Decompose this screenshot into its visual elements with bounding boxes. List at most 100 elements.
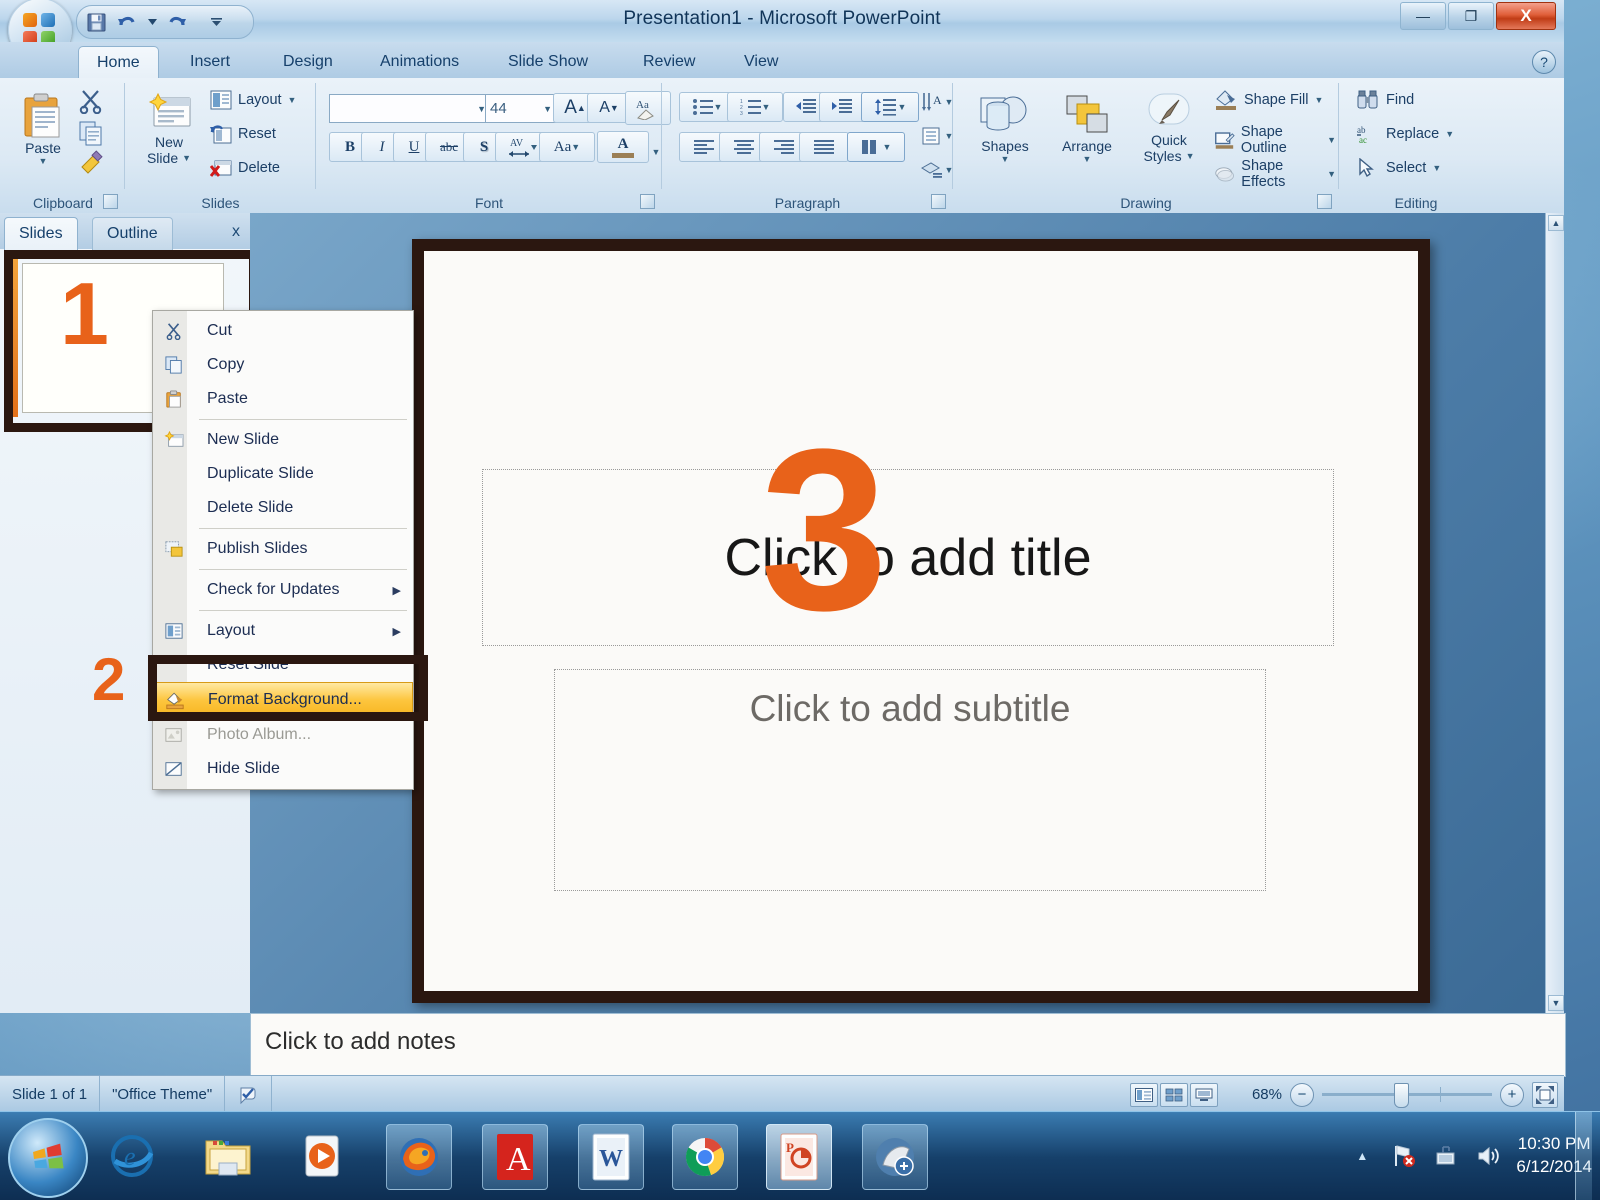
arrange-dropdown-icon[interactable]: ▼ (1083, 154, 1092, 164)
taskbar-adobe-reader[interactable]: A (482, 1124, 548, 1190)
convert-to-smartart-button[interactable]: ▼ (913, 156, 961, 184)
taskbar-powerpoint[interactable]: P (766, 1124, 832, 1190)
taskbar-chrome[interactable] (672, 1124, 738, 1190)
context-menu-item-publish-slides[interactable]: Publish Slides (153, 532, 413, 566)
tab-view[interactable]: View (726, 46, 796, 78)
columns-button[interactable]: ▼ (847, 132, 905, 162)
zoom-slider-thumb[interactable] (1394, 1083, 1409, 1108)
context-menu-item-new-slide[interactable]: New Slide (153, 423, 413, 457)
layout-label: Layout (238, 92, 282, 108)
font-size-dropdown-icon[interactable]: ▼ (543, 104, 552, 114)
zoom-out-button[interactable]: − (1290, 1082, 1314, 1107)
minimize-button[interactable]: — (1400, 2, 1446, 30)
spell-check-icon[interactable] (225, 1076, 273, 1113)
taskbar-firefox[interactable] (386, 1124, 452, 1190)
tab-slide-show[interactable]: Slide Show (490, 46, 606, 78)
volume-icon[interactable] (1474, 1142, 1502, 1170)
context-menu-item-delete-slide[interactable]: Delete Slide (153, 491, 413, 525)
start-button[interactable] (8, 1118, 88, 1198)
context-menu-item-layout[interactable]: Layout ▶ (153, 614, 413, 648)
context-menu-item-duplicate-slide[interactable]: Duplicate Slide (153, 457, 413, 491)
save-icon[interactable] (85, 11, 107, 33)
normal-view-button[interactable] (1130, 1082, 1158, 1107)
help-icon[interactable]: ? (1532, 50, 1556, 74)
layout-dropdown-icon[interactable]: ▼ (288, 95, 297, 105)
context-menu-item-paste[interactable]: Paste (153, 382, 413, 416)
change-case-button[interactable]: Aa ▼ (539, 132, 595, 162)
font-name-combobox[interactable]: ▼ (329, 94, 491, 123)
align-text-button[interactable]: ▼ (913, 122, 961, 150)
layout-button[interactable]: Layout ▼ (210, 90, 296, 110)
redo-icon[interactable] (166, 11, 188, 33)
reset-button[interactable]: Reset (210, 124, 276, 144)
panel-tab-slides[interactable]: Slides (4, 217, 78, 250)
show-desktop-button[interactable] (1575, 1112, 1592, 1200)
context-menu-item-check-for-updates[interactable]: Check for Updates ▶ (153, 573, 413, 607)
undo-icon[interactable] (116, 11, 138, 33)
close-panel-icon[interactable]: x (232, 223, 240, 241)
network-error-icon[interactable] (1390, 1142, 1418, 1170)
numbering-button[interactable]: 123 ▼ (727, 92, 783, 122)
increase-indent-button[interactable] (819, 92, 865, 122)
title-placeholder[interactable]: Click to add title (482, 469, 1334, 646)
clipboard-dialog-launcher[interactable] (103, 194, 118, 209)
shape-outline-button[interactable]: Shape Outline ▼ (1214, 124, 1336, 156)
find-button[interactable]: Find (1356, 90, 1414, 110)
font-dialog-launcher[interactable] (640, 194, 655, 209)
font-size-combobox[interactable]: 44 ▼ (485, 94, 557, 123)
undo-dropdown-icon[interactable] (147, 11, 157, 33)
quick-styles-button[interactable]: Quick Styles ▼ (1130, 92, 1208, 164)
context-menu-item-photo-album[interactable]: Photo Album... (153, 718, 413, 752)
shapes-button[interactable]: Shapes ▼ (966, 92, 1044, 164)
arrange-button[interactable]: Arrange ▼ (1048, 92, 1126, 164)
context-menu-item-cut[interactable]: Cut (153, 314, 413, 348)
fit-to-window-button[interactable] (1532, 1081, 1558, 1108)
action-center-icon[interactable] (1432, 1142, 1460, 1170)
restore-button[interactable]: ❐ (1448, 2, 1494, 30)
delete-slide-button[interactable]: Delete (210, 158, 280, 178)
paragraph-dialog-launcher[interactable] (931, 194, 946, 209)
cut-button[interactable] (78, 88, 104, 119)
taskbar-internet-explorer[interactable]: e (100, 1124, 164, 1188)
replace-button[interactable]: ab ac Replace ▼ (1356, 124, 1454, 144)
scroll-down-icon[interactable]: ▼ (1548, 995, 1564, 1011)
tab-review[interactable]: Review (625, 46, 713, 78)
format-painter-button[interactable] (78, 150, 104, 181)
tab-insert[interactable]: Insert (172, 46, 248, 78)
tab-design[interactable]: Design (265, 46, 351, 78)
select-button[interactable]: Select ▼ (1356, 158, 1441, 178)
taskbar-media-player[interactable] (292, 1124, 356, 1188)
paste-dropdown-icon[interactable]: ▼ (39, 156, 48, 166)
taskbar-windows-explorer[interactable] (196, 1124, 260, 1188)
shape-effects-button[interactable]: Shape Effects ▼ (1214, 158, 1336, 190)
slide-sorter-view-button[interactable] (1160, 1082, 1188, 1107)
close-button[interactable]: X (1496, 2, 1556, 30)
tab-home[interactable]: Home (78, 46, 159, 79)
context-menu-item-copy[interactable]: Copy (153, 348, 413, 382)
justify-button[interactable] (799, 132, 849, 162)
new-slide-dropdown-icon[interactable]: ▼ (182, 153, 191, 163)
tab-animations[interactable]: Animations (362, 46, 477, 78)
line-spacing-button[interactable]: ▼ (861, 92, 919, 122)
slide-canvas[interactable]: Click to add title Click to add subtitle (412, 239, 1430, 1003)
drawing-dialog-launcher[interactable] (1317, 194, 1332, 209)
zoom-slider[interactable] (1322, 1083, 1492, 1108)
notes-pane[interactable]: Click to add notes (250, 1013, 1566, 1077)
taskbar-unknown-app[interactable] (862, 1124, 928, 1190)
scroll-up-icon[interactable]: ▲ (1548, 215, 1564, 231)
shape-fill-button[interactable]: Shape Fill ▼ (1214, 90, 1323, 110)
context-menu-item-hide-slide[interactable]: Hide Slide (153, 752, 413, 786)
show-hidden-icons-icon[interactable]: ▲ (1348, 1142, 1376, 1170)
panel-tab-outline[interactable]: Outline (92, 217, 173, 250)
zoom-in-button[interactable]: + (1500, 1082, 1524, 1107)
customize-qat-icon[interactable] (209, 11, 223, 33)
copy-button[interactable] (78, 120, 104, 151)
vertical-scrollbar[interactable]: ▲ ▼ (1545, 213, 1564, 1013)
subtitle-placeholder[interactable]: Click to add subtitle (554, 669, 1266, 891)
new-slide-button[interactable]: New Slide ▼ (134, 92, 204, 166)
shapes-dropdown-icon[interactable]: ▼ (1001, 154, 1010, 164)
text-direction-button[interactable]: A ▼ (913, 88, 961, 116)
slide-show-view-button[interactable] (1190, 1082, 1218, 1107)
paste-button[interactable]: Paste ▼ (12, 92, 74, 166)
taskbar-word[interactable]: W (578, 1124, 644, 1190)
